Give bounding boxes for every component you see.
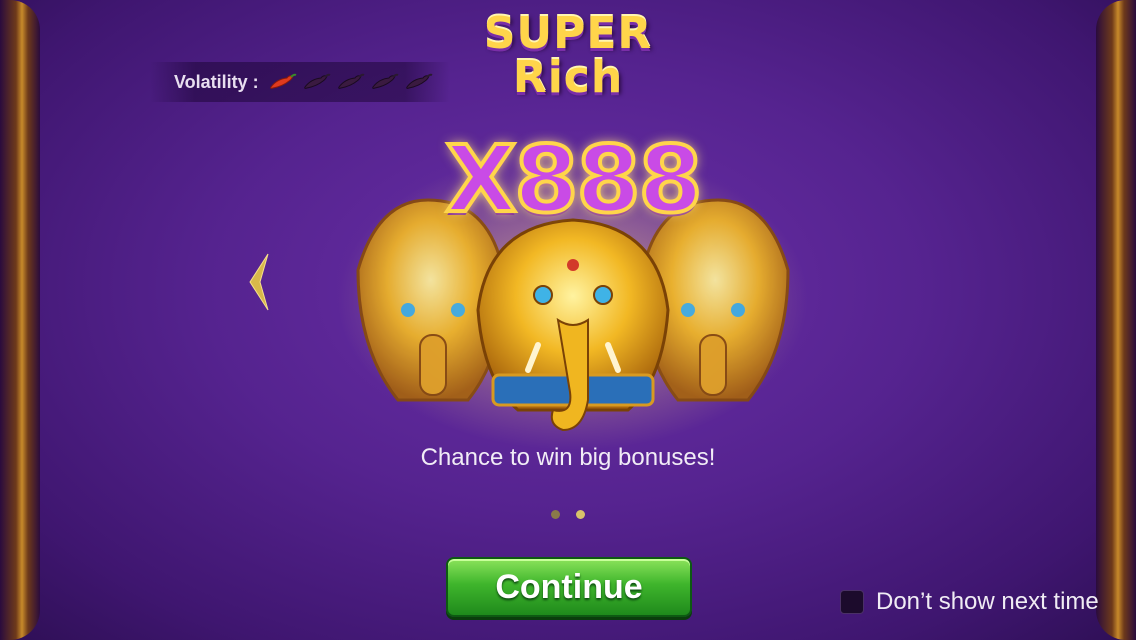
game-logo: SUPER Rich: [478, 12, 658, 112]
volatility-indicator: Volatility :: [150, 62, 450, 102]
chevron-left-icon: [249, 253, 269, 311]
multiplier-title: X888: [444, 126, 705, 233]
chili-pepper-icon: [337, 73, 365, 89]
pagination-dots: [551, 510, 585, 519]
promo-caption: Chance to win big bonuses!: [420, 444, 716, 471]
dont-show-option[interactable]: Don’t show next time: [840, 588, 1099, 616]
center-elephant-head: [476, 218, 670, 432]
volatility-chilis: [263, 73, 433, 91]
left-ornate-frame: [0, 0, 40, 640]
right-ornate-frame: [1096, 0, 1136, 640]
previous-page-arrow[interactable]: [246, 250, 270, 314]
continue-button[interactable]: Continue: [446, 557, 692, 617]
volatility-label: Volatility :: [174, 71, 259, 92]
chili-pepper-icon: [303, 73, 331, 89]
chili-pepper-icon: [269, 73, 297, 89]
page-dot-2[interactable]: [576, 510, 585, 519]
page-dot-1[interactable]: [551, 510, 560, 519]
dont-show-label: Don’t show next time: [876, 588, 1099, 615]
dont-show-checkbox[interactable]: [840, 590, 864, 614]
logo-line-2: Rich: [512, 52, 624, 103]
logo-line-1: SUPER: [483, 8, 653, 59]
chili-pepper-icon: [405, 73, 433, 89]
chili-pepper-icon: [371, 73, 399, 89]
